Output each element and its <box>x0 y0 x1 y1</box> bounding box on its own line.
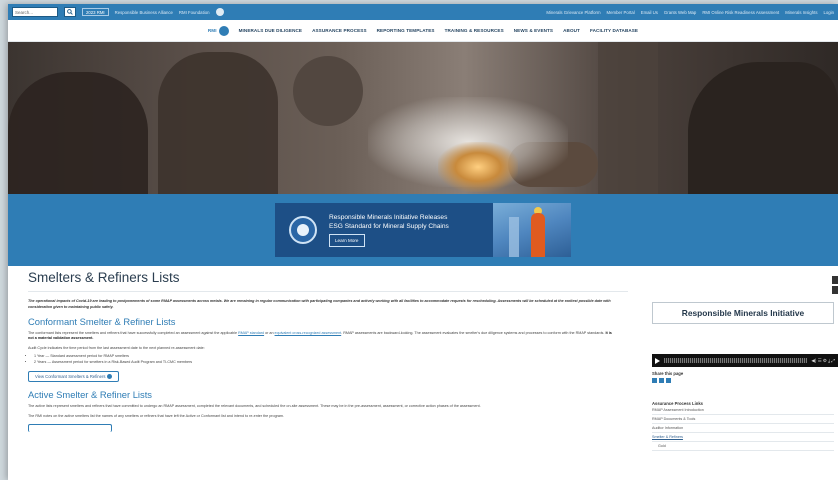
learn-more-button[interactable]: Learn More <box>329 234 365 247</box>
search-input[interactable]: Search... <box>12 7 58 17</box>
audio-waveform[interactable] <box>664 358 808 363</box>
hero-molten-glow <box>438 142 518 192</box>
conformant-text-start: The conformant lists represent the smelt… <box>28 331 238 335</box>
util-link-email[interactable]: Email Us <box>641 10 658 15</box>
sidebar-link-intro[interactable]: RMAP Assessment Introduction <box>652 406 834 415</box>
nav-item-due-diligence[interactable]: MINERALS DUE DILIGENCE <box>239 28 302 33</box>
util-link-web-map[interactable]: Grants Web Map <box>664 10 696 15</box>
util-link-member-portal[interactable]: Member Portal <box>607 10 635 15</box>
title-divider <box>28 291 628 292</box>
nav-item-news[interactable]: NEWS & EVENTS <box>514 28 553 33</box>
conformant-text-mid: or an <box>265 331 274 335</box>
utility-right-links: Minerals Grievance Platform Member Porta… <box>546 10 834 15</box>
util-link-insights[interactable]: Minerals Insights <box>785 10 817 15</box>
view-conformant-button[interactable]: View Conformant Smelters & Refiners <box>28 371 120 383</box>
util-link-grievance[interactable]: Minerals Grievance Platform <box>546 10 600 15</box>
util-link-foundation[interactable]: RMI Foundation <box>179 10 210 15</box>
util-link-login[interactable]: Login <box>823 10 834 15</box>
sidebar-link-gold[interactable]: Gold <box>652 442 834 451</box>
twitter-icon[interactable] <box>652 378 657 383</box>
rmi-name-box: Responsible Minerals Initiative <box>652 302 834 324</box>
banner-text: Responsible Minerals Initiative Releases… <box>329 213 449 247</box>
nav-item-reporting[interactable]: REPORTING TEMPLATES <box>377 28 435 33</box>
list-item: 2 Years — Assessment period for smelters… <box>34 360 628 366</box>
audit-cycle-text: Audit Cycle indicates the time period fr… <box>28 345 205 350</box>
webpage: Search... 2023 RMI Responsible Business … <box>8 4 838 480</box>
promo-band: Responsible Minerals Initiative Releases… <box>8 194 838 266</box>
hero-pillar <box>598 42 658 194</box>
banner-illustration <box>493 203 571 257</box>
audit-cycle-list: 1 Year — Standard assessment period for … <box>28 354 628 365</box>
banner-line-1: Responsible Minerals Initiative Releases <box>329 214 448 221</box>
promo-banner[interactable]: Responsible Minerals Initiative Releases… <box>275 203 571 257</box>
view-conformant-label: View Conformant Smelters & Refiners <box>35 374 106 380</box>
rmi-logo-text: RMI <box>207 28 217 33</box>
covid-notice: The operational impacts of Covid-19 are … <box>28 299 611 309</box>
hero-helmet <box>293 56 363 126</box>
sidebar-link-smelters[interactable]: Smelter & Refiners <box>652 433 834 442</box>
hero-worker-center <box>158 52 278 194</box>
conformant-heading: Conformant Smelter & Refiner Lists <box>28 316 176 327</box>
nav-item-facility-db[interactable]: FACILITY DATABASE <box>590 28 638 33</box>
email-icon[interactable] <box>666 378 671 383</box>
player-controls-icon[interactable]: ◀) ☰ ⚙ ⤓ ⤢ <box>811 358 835 364</box>
rmi-seal-icon <box>289 216 317 244</box>
active-description: The active lists represent smelters and … <box>28 404 481 409</box>
year-pill[interactable]: 2023 RMI <box>82 8 109 16</box>
seal-center <box>297 224 309 236</box>
globe-icon[interactable] <box>215 8 224 16</box>
search-button[interactable] <box>64 7 76 17</box>
active-heading: Active Smelter & Refiner Lists <box>28 389 152 401</box>
sidebar-link-documents[interactable]: RMAP Documents & Tools <box>652 415 834 424</box>
nav-item-about[interactable]: ABOUT <box>563 28 580 33</box>
arrow-circle-icon <box>107 374 113 380</box>
util-link-risk-assessment[interactable]: RMI Online Risk Readiness Assessment <box>702 10 779 15</box>
main-nav: RMI MINERALS DUE DILIGENCE ASSURANCE PRO… <box>8 20 838 42</box>
view-active-button[interactable] <box>28 424 112 433</box>
hero-worker-right <box>688 62 838 194</box>
content-area: Smelters & Refiners Lists The operationa… <box>8 266 838 480</box>
conformant-text-end: . RMAP assessments are backward-looking.… <box>341 331 605 335</box>
page-title: Smelters & Refiners Lists <box>28 270 180 285</box>
active-note: The RMI notes on the active smelters lis… <box>28 413 284 418</box>
sidebar-link-auditor[interactable]: Auditor Information <box>652 424 834 433</box>
audio-player[interactable]: ◀) ☰ ⚙ ⤓ ⤢ <box>652 354 838 367</box>
conformant-description: The conformant lists represent the smelt… <box>28 331 618 342</box>
share-label: Share this page <box>652 371 684 376</box>
right-sidebar: Responsible Minerals Initiative ◀) ☰ ⚙ ⤓… <box>652 266 838 451</box>
search-icon <box>67 9 73 15</box>
play-icon[interactable] <box>655 357 660 364</box>
floating-tab-icon[interactable] <box>832 286 838 294</box>
hero-image <box>8 42 838 194</box>
main-column: Smelters & Refiners Lists The operationa… <box>28 266 628 437</box>
banner-tower <box>509 217 519 257</box>
utility-bar: Search... 2023 RMI Responsible Business … <box>8 4 838 20</box>
share-icons <box>652 378 838 383</box>
floating-tab-icon[interactable] <box>832 276 838 284</box>
banner-line-2: ESG Standard for Mineral Supply Chains <box>329 223 449 230</box>
rmi-logo[interactable]: RMI <box>207 25 229 36</box>
banner-worker <box>531 213 545 257</box>
rmi-logo-icon <box>218 25 229 36</box>
cross-recognized-link[interactable]: equivalent cross-recognized assessment <box>275 331 342 335</box>
util-link-rba[interactable]: Responsible Business Alliance <box>115 10 173 15</box>
linkedin-icon[interactable] <box>659 378 664 383</box>
rmap-standard-link[interactable]: RMAP standard <box>238 331 264 335</box>
nav-item-training[interactable]: TRAINING & RESOURCES <box>445 28 504 33</box>
hero-worker-left <box>8 72 148 194</box>
nav-item-assurance[interactable]: ASSURANCE PROCESS <box>312 28 367 33</box>
